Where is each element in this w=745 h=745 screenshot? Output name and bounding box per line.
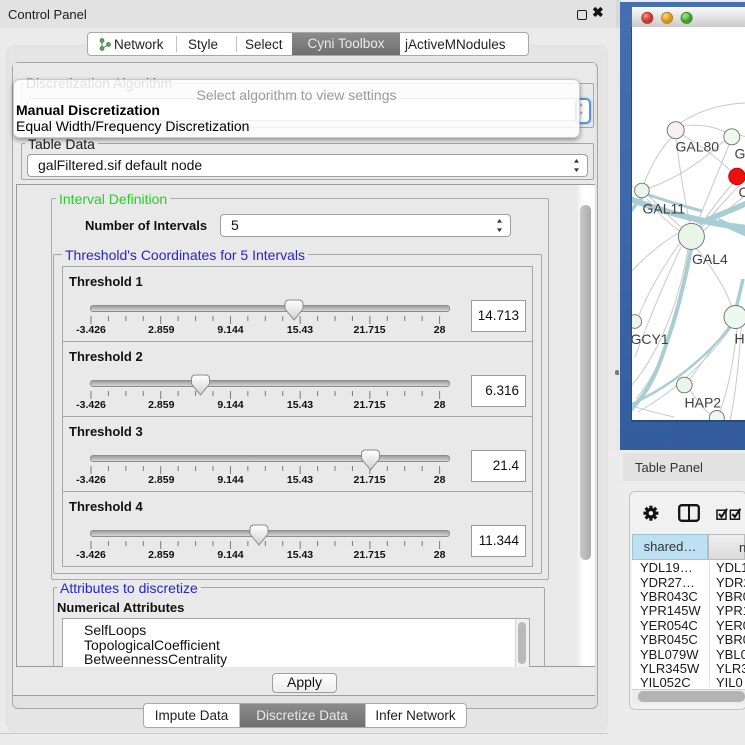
svg-text:GAL4: GAL4 xyxy=(692,251,728,267)
svg-text:HAP2: HAP2 xyxy=(684,395,721,411)
svg-text:GA: GA xyxy=(734,146,745,162)
svg-text:C: C xyxy=(738,184,745,200)
svg-text:GAL80: GAL80 xyxy=(675,139,719,155)
svg-text:H: H xyxy=(734,331,744,347)
svg-text:GCY1: GCY1 xyxy=(632,331,669,347)
svg-text:GAL11: GAL11 xyxy=(642,201,685,217)
